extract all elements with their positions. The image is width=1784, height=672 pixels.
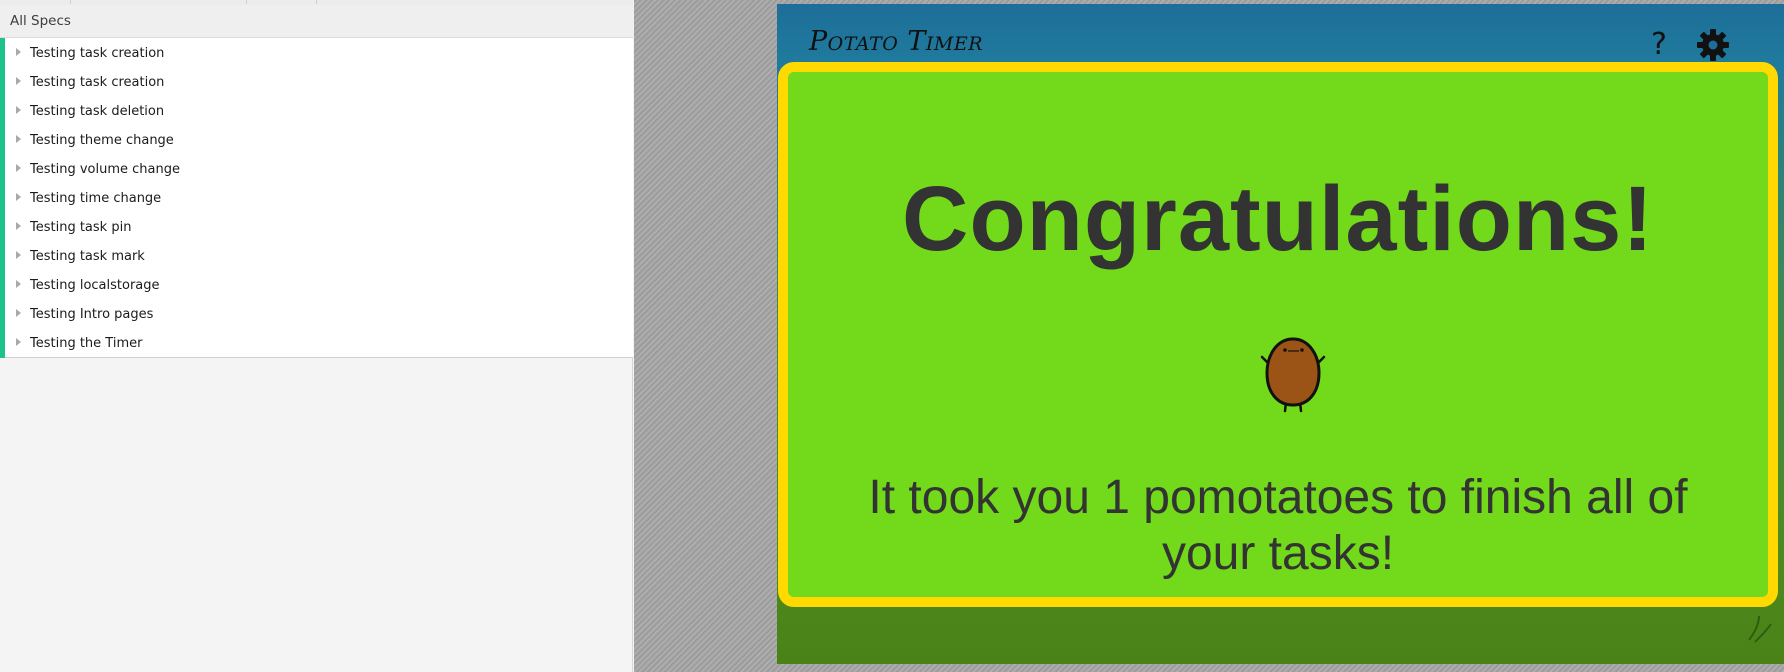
- spec-item-label: Testing task creation: [30, 75, 165, 90]
- app-title: Potato Timer: [809, 26, 984, 57]
- expand-caret-icon[interactable]: [16, 338, 21, 346]
- expand-caret-icon[interactable]: [16, 106, 21, 114]
- spec-panel: All Specs Testing task creation Testing …: [0, 0, 633, 672]
- spec-item-label: Testing task pin: [30, 220, 132, 235]
- potato-timer-app: Potato Timer ? Congratulations! It took …: [777, 4, 1784, 664]
- spec-item-label: Testing task creation: [30, 46, 165, 61]
- expand-caret-icon[interactable]: [16, 222, 21, 230]
- spec-item[interactable]: Testing theme change: [5, 128, 633, 157]
- spec-item-label: Testing Intro pages: [30, 307, 154, 322]
- spec-item-label: Testing task deletion: [30, 104, 165, 119]
- spec-item-label: Testing volume change: [30, 162, 180, 177]
- expand-caret-icon[interactable]: [16, 135, 21, 143]
- expand-caret-icon[interactable]: [16, 193, 21, 201]
- expand-caret-icon[interactable]: [16, 280, 21, 288]
- spec-header[interactable]: All Specs: [0, 5, 633, 38]
- spec-item-label: Testing localstorage: [30, 278, 160, 293]
- spec-item-label: Testing time change: [30, 191, 162, 206]
- spec-item[interactable]: Testing task pin: [5, 215, 633, 244]
- expand-caret-icon[interactable]: [16, 48, 21, 56]
- spec-item[interactable]: Testing localstorage: [5, 273, 633, 302]
- spec-item[interactable]: Testing volume change: [5, 157, 633, 186]
- spec-list: Testing task creation Testing task creat…: [0, 38, 633, 358]
- spec-item[interactable]: Testing task deletion: [5, 99, 633, 128]
- spec-item-label: Testing the Timer: [30, 336, 143, 351]
- expand-caret-icon[interactable]: [16, 251, 21, 259]
- spec-item-label: Testing task mark: [30, 249, 145, 264]
- gear-icon: [1697, 29, 1729, 61]
- spec-item[interactable]: Testing time change: [5, 186, 633, 215]
- help-button[interactable]: ?: [1645, 28, 1673, 62]
- spec-item[interactable]: Testing the Timer: [5, 331, 633, 360]
- expand-caret-icon[interactable]: [16, 77, 21, 85]
- spec-item[interactable]: Testing task creation: [5, 41, 633, 70]
- expand-caret-icon[interactable]: [16, 309, 21, 317]
- expand-caret-icon[interactable]: [16, 164, 21, 172]
- settings-button[interactable]: [1696, 28, 1730, 62]
- spec-header-label: All Specs: [10, 13, 71, 29]
- result-message: It took you 1 pomotatoes to finish all o…: [868, 471, 1688, 580]
- spec-item-label: Testing theme change: [30, 133, 174, 148]
- spec-item[interactable]: Testing task mark: [5, 244, 633, 273]
- spec-item[interactable]: Testing task creation: [5, 70, 633, 99]
- congrats-modal: Congratulations! It took you 1 pomotatoe…: [778, 62, 1778, 607]
- question-mark-icon: ?: [1651, 27, 1667, 62]
- grass-icon: [1748, 615, 1772, 643]
- potato-icon: [1260, 337, 1326, 413]
- congrats-heading: Congratulations!: [902, 168, 1654, 270]
- spec-item[interactable]: Testing Intro pages: [5, 302, 633, 331]
